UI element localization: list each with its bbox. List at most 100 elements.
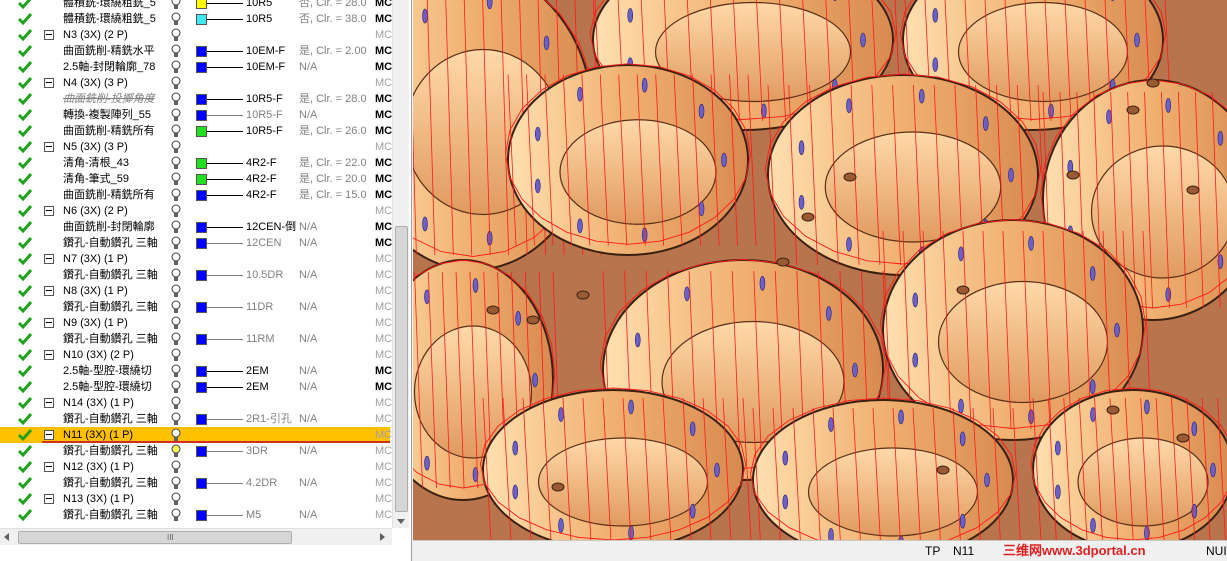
collapse-icon[interactable] bbox=[44, 462, 54, 472]
tree-group-row[interactable]: N6 (3X) (2 P) MC bbox=[0, 203, 392, 219]
tree-operation-row[interactable]: 鑽孔-自動鑽孔 三軸 11DR N/A MC bbox=[0, 299, 392, 315]
collapse-icon[interactable] bbox=[44, 286, 54, 296]
color-swatch[interactable] bbox=[196, 414, 207, 425]
tree-operation-row[interactable]: 曲面銑削-精銑所有 10R5-F 是, Clr. = 26.0 MC bbox=[0, 123, 392, 139]
checkmark-icon[interactable] bbox=[18, 220, 32, 234]
checkmark-icon[interactable] bbox=[18, 364, 32, 378]
checkmark-icon[interactable] bbox=[18, 492, 32, 506]
collapse-icon[interactable] bbox=[44, 494, 54, 504]
checkmark-icon[interactable] bbox=[18, 124, 32, 138]
checkmark-icon[interactable] bbox=[18, 204, 32, 218]
tree-group-row[interactable]: N3 (3X) (2 P) MC bbox=[0, 27, 392, 43]
color-swatch[interactable] bbox=[196, 382, 207, 393]
lightbulb-icon[interactable] bbox=[171, 460, 181, 474]
horizontal-scrollbar-thumb[interactable]: III bbox=[18, 531, 292, 544]
collapse-icon[interactable] bbox=[44, 78, 54, 88]
checkmark-icon[interactable] bbox=[18, 476, 32, 490]
tree-operation-row[interactable]: 2.5軸-型腔-環繞切 2EM N/A MC bbox=[0, 363, 392, 379]
lightbulb-icon[interactable] bbox=[171, 124, 181, 138]
checkmark-icon[interactable] bbox=[18, 156, 32, 170]
checkmark-icon[interactable] bbox=[18, 284, 32, 298]
checkmark-icon[interactable] bbox=[18, 332, 32, 346]
tree-operation-row[interactable]: 鑽孔-自動鑽孔 三軸 M5 N/A MC bbox=[0, 507, 392, 523]
tree-operation-row[interactable]: 鑽孔-自動鑽孔 三軸 4.2DR N/A MC bbox=[0, 475, 392, 491]
collapse-icon[interactable] bbox=[44, 30, 54, 40]
lightbulb-icon[interactable] bbox=[171, 476, 181, 490]
lightbulb-icon[interactable] bbox=[171, 380, 181, 394]
graphics-viewport[interactable] bbox=[413, 0, 1227, 540]
tree-group-row[interactable]: N8 (3X) (1 P) MC bbox=[0, 283, 392, 299]
lightbulb-icon[interactable] bbox=[171, 508, 181, 522]
color-swatch[interactable] bbox=[196, 190, 207, 201]
color-swatch[interactable] bbox=[196, 222, 207, 233]
collapse-icon[interactable] bbox=[44, 318, 54, 328]
tree-operation-row[interactable]: 2.5軸-封閉輪廓_78 10EM-F N/A MC bbox=[0, 59, 392, 75]
checkmark-icon[interactable] bbox=[18, 348, 32, 362]
checkmark-icon[interactable] bbox=[18, 140, 32, 154]
horizontal-scrollbar[interactable]: III bbox=[0, 528, 392, 545]
color-swatch[interactable] bbox=[196, 366, 207, 377]
color-swatch[interactable] bbox=[196, 46, 207, 57]
lightbulb-icon[interactable] bbox=[171, 92, 181, 106]
scroll-left-icon[interactable] bbox=[4, 533, 9, 541]
lightbulb-icon[interactable] bbox=[171, 492, 181, 506]
checkmark-icon[interactable] bbox=[18, 444, 32, 458]
lightbulb-icon[interactable] bbox=[171, 76, 181, 90]
checkmark-icon[interactable] bbox=[18, 12, 32, 26]
lightbulb-icon[interactable] bbox=[171, 60, 181, 74]
color-swatch[interactable] bbox=[196, 302, 207, 313]
lightbulb-icon[interactable] bbox=[171, 28, 181, 42]
color-swatch[interactable] bbox=[196, 0, 207, 9]
tree-operation-row[interactable]: 轉換-複製陣列_55 10R5-F N/A MC bbox=[0, 107, 392, 123]
tree-group-row[interactable]: N11 (3X) (1 P) MC bbox=[0, 427, 392, 443]
color-swatch[interactable] bbox=[196, 174, 207, 185]
tree-group-row[interactable]: N5 (3X) (3 P) MC bbox=[0, 139, 392, 155]
collapse-icon[interactable] bbox=[44, 254, 54, 264]
lightbulb-icon[interactable] bbox=[171, 396, 181, 410]
vertical-scrollbar-thumb[interactable] bbox=[395, 226, 408, 512]
checkmark-icon[interactable] bbox=[18, 396, 32, 410]
tree-group-row[interactable]: N4 (3X) (3 P) MC bbox=[0, 75, 392, 91]
checkmark-icon[interactable] bbox=[18, 76, 32, 90]
tree-operation-row[interactable]: 曲面銑削-封閉輪廓 12CEN-倒 N/A MC bbox=[0, 219, 392, 235]
lightbulb-icon[interactable] bbox=[171, 284, 181, 298]
color-swatch[interactable] bbox=[196, 158, 207, 169]
vertical-scrollbar[interactable] bbox=[392, 0, 409, 528]
lightbulb-icon[interactable] bbox=[171, 172, 181, 186]
color-swatch[interactable] bbox=[196, 446, 207, 457]
tree-operation-row[interactable]: 清角-筆式_59 4R2-F 是, Clr. = 20.0 MC bbox=[0, 171, 392, 187]
toolpath-3d-view[interactable] bbox=[413, 0, 1227, 540]
lightbulb-icon[interactable] bbox=[171, 444, 181, 458]
checkmark-icon[interactable] bbox=[18, 108, 32, 122]
tree-group-row[interactable]: N7 (3X) (1 P) MC bbox=[0, 251, 392, 267]
tree-operation-row[interactable]: 鑽孔-自動鑽孔 三軸 11RM N/A MC bbox=[0, 331, 392, 347]
tree-group-row[interactable]: N14 (3X) (1 P) MC bbox=[0, 395, 392, 411]
checkmark-icon[interactable] bbox=[18, 380, 32, 394]
lightbulb-icon[interactable] bbox=[171, 252, 181, 266]
tree-operation-row[interactable]: 體積銑-環繞粗銑_5 10R5 否, Clr. = 28.0 MC bbox=[0, 0, 392, 11]
tree-group-row[interactable]: N9 (3X) (1 P) MC bbox=[0, 315, 392, 331]
color-swatch[interactable] bbox=[196, 14, 207, 25]
checkmark-icon[interactable] bbox=[18, 412, 32, 426]
lightbulb-icon[interactable] bbox=[171, 140, 181, 154]
lightbulb-icon[interactable] bbox=[171, 12, 181, 26]
color-swatch[interactable] bbox=[196, 510, 207, 521]
tree-group-row[interactable]: N10 (3X) (2 P) MC bbox=[0, 347, 392, 363]
checkmark-icon[interactable] bbox=[18, 252, 32, 266]
lightbulb-icon[interactable] bbox=[171, 316, 181, 330]
scroll-down-icon[interactable] bbox=[397, 519, 405, 524]
lightbulb-icon[interactable] bbox=[171, 364, 181, 378]
color-swatch[interactable] bbox=[196, 94, 207, 105]
tree-group-row[interactable]: N12 (3X) (1 P) MC bbox=[0, 459, 392, 475]
tree-operation-row[interactable]: 2.5軸-型腔-環繞切 2EM N/A MC bbox=[0, 379, 392, 395]
lightbulb-icon[interactable] bbox=[171, 412, 181, 426]
lightbulb-icon[interactable] bbox=[171, 44, 181, 58]
checkmark-icon[interactable] bbox=[18, 268, 32, 282]
checkmark-icon[interactable] bbox=[18, 236, 32, 250]
tree-operation-row[interactable]: 鑽孔-自動鑽孔 三軸 12CEN N/A MC bbox=[0, 235, 392, 251]
color-swatch[interactable] bbox=[196, 126, 207, 137]
collapse-icon[interactable] bbox=[44, 350, 54, 360]
lightbulb-icon[interactable] bbox=[171, 0, 181, 10]
tree-operation-row[interactable]: 體積銑-環繞粗銑_5 10R5 否, Clr. = 38.0 MC bbox=[0, 11, 392, 27]
checkmark-icon[interactable] bbox=[18, 300, 32, 314]
